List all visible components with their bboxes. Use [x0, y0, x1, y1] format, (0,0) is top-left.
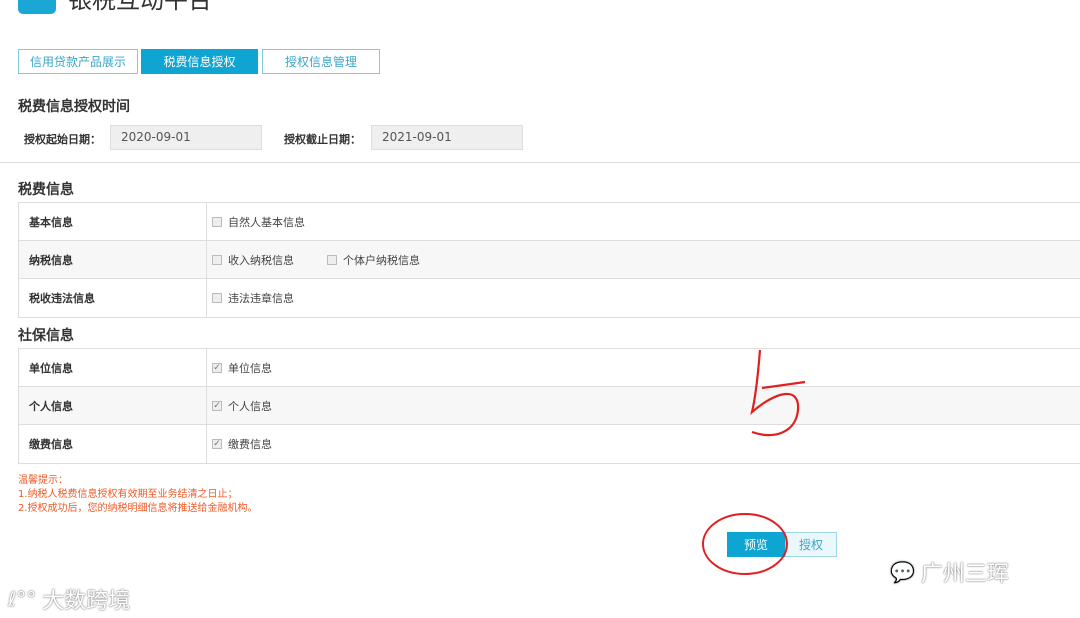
wechat-icon: 💬 — [890, 560, 915, 584]
annotation-layer — [702, 349, 806, 575]
watermark-left-text: 大数跨境 — [42, 589, 131, 614]
handwritten-5-annotation — [750, 349, 800, 437]
watermark-logo-icon: ℓ°° — [8, 587, 37, 611]
watermark-left: ℓ°° 大数跨境 — [8, 583, 130, 615]
watermark-right-text: 广州三珲 — [920, 562, 1009, 587]
watermark-right: 💬 广州三珲 — [890, 556, 1009, 588]
handwritten-5-stroke — [761, 380, 806, 390]
red-circle-annotation — [702, 513, 788, 575]
